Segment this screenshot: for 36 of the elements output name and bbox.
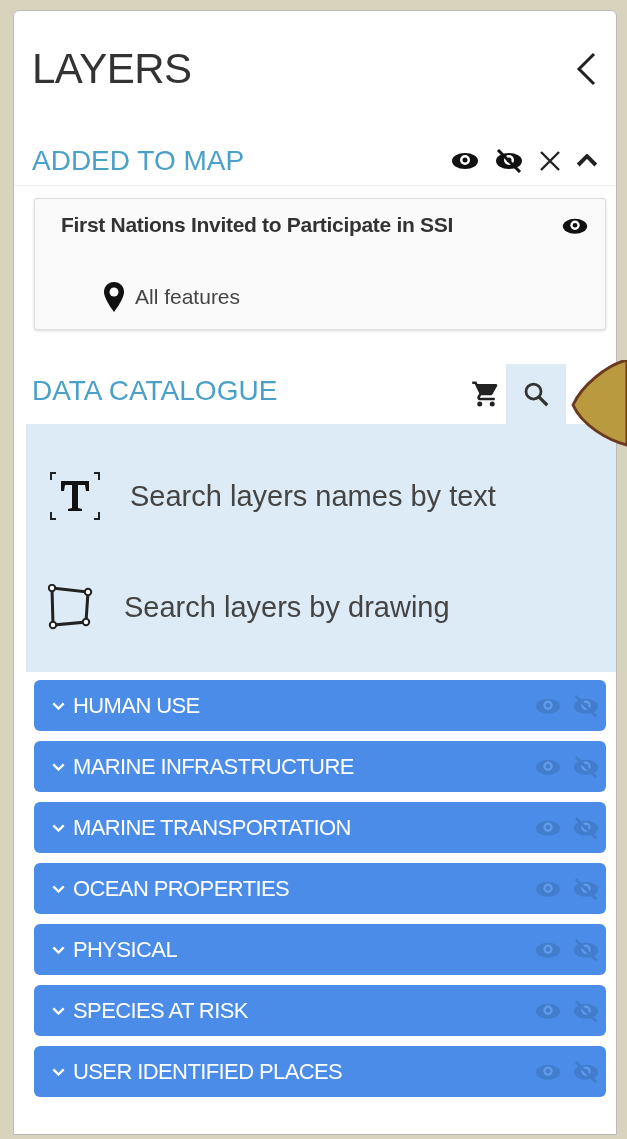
category-header[interactable]: OCEAN PROPERTIES <box>34 863 606 915</box>
panel-title: LAYERS <box>32 45 192 93</box>
text-tool-icon <box>48 470 102 523</box>
chevron-down-icon <box>52 763 65 771</box>
category-header[interactable]: HUMAN USE <box>34 680 606 732</box>
chevron-down-icon <box>52 702 65 710</box>
filter-label: All features <box>135 285 241 310</box>
section-heading: ADDED TO MAP <box>32 145 245 177</box>
chevron-down-icon <box>52 1007 65 1015</box>
category-header[interactable]: MARINE INFRASTRUCTURE <box>34 741 606 793</box>
map-pin-icon <box>103 281 125 314</box>
layer-name: First Nations Invited to Participate in SSI <box>61 212 453 238</box>
eye-slash-icon <box>572 694 600 718</box>
eye-slash-icon <box>572 938 600 962</box>
eye-slash-icon <box>494 149 524 173</box>
eye-slash-icon <box>572 755 600 779</box>
category-header[interactable]: USER IDENTIFIED PLACES <box>34 1046 606 1098</box>
search-option[interactable]: Search layers names by text <box>48 470 616 523</box>
eye-slash-icon <box>572 999 600 1023</box>
section-heading: DATA CATALOGUE <box>32 375 278 409</box>
category-header[interactable]: MARINE TRANSPORTATION <box>34 802 606 854</box>
category-header[interactable]: PHYSICAL <box>34 924 606 976</box>
chevron-up-icon <box>576 154 598 168</box>
chevron-down-icon <box>52 824 65 832</box>
close-icon <box>538 149 562 173</box>
search-option[interactable]: Search layers by drawing <box>48 584 616 631</box>
eye-slash-icon <box>572 1060 600 1084</box>
search-button[interactable] <box>506 364 566 425</box>
chevron-down-icon <box>52 1068 65 1076</box>
eye-slash-icon <box>572 877 600 901</box>
category-header[interactable]: SPECIES AT RISK <box>34 985 606 1037</box>
eye-slash-icon <box>572 816 600 840</box>
chevron-down-icon <box>52 946 65 954</box>
chevron-down-icon <box>52 885 65 893</box>
chevron-left-icon <box>576 52 596 86</box>
polygon-draw-icon <box>48 584 94 631</box>
